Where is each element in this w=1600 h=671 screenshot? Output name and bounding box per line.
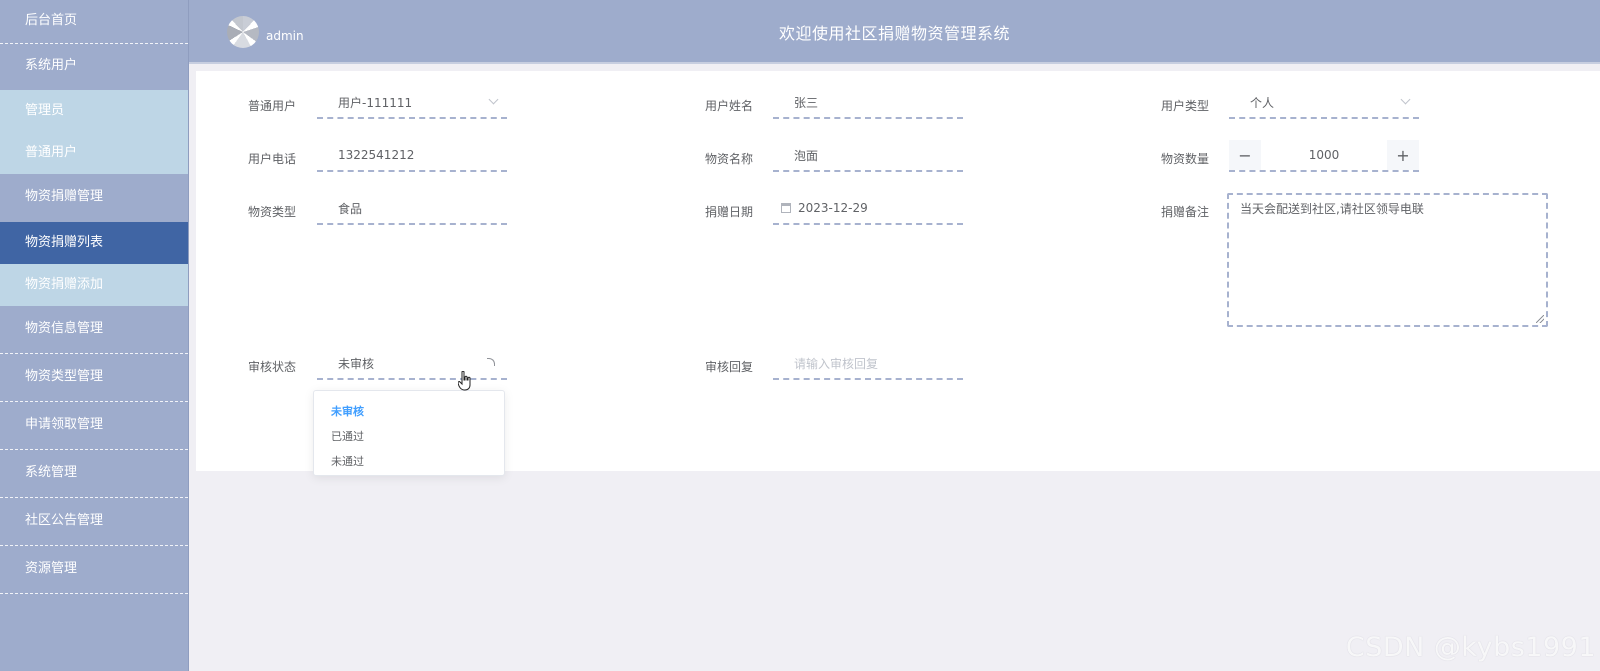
sidebar-item-notice[interactable]: 社区公告管理 xyxy=(0,498,188,546)
audit-status-dropdown: 未审核 已通过 未通过 xyxy=(313,390,505,476)
goods-qty-value[interactable]: 1000 xyxy=(1261,140,1387,170)
sidebar-item-goods-type[interactable]: 物资类型管理 xyxy=(0,354,188,402)
remark-value: 当天会配送到社区,请社区领导电联 xyxy=(1240,202,1424,216)
goods-name-value: 泡面 xyxy=(794,148,819,163)
sidebar-item-system[interactable]: 系统管理 xyxy=(0,450,188,498)
user-label: 普通用户 xyxy=(248,99,297,113)
option-pending[interactable]: 未审核 xyxy=(314,399,504,424)
option-approved[interactable]: 已通过 xyxy=(314,424,504,449)
sidebar-item-normal-users[interactable]: 普通用户 xyxy=(0,132,188,174)
remark-label: 捐赠备注 xyxy=(1161,205,1210,219)
resize-grip-icon[interactable] xyxy=(1536,315,1544,323)
phone-label: 用户电话 xyxy=(248,152,297,166)
donate-date-picker[interactable]: 2023-12-29 xyxy=(773,193,963,225)
option-rejected[interactable]: 未通过 xyxy=(314,449,504,474)
user-select-value: 用户-111111 xyxy=(338,95,413,110)
sidebar-item-donation-management[interactable]: 物资捐赠管理 xyxy=(0,174,188,222)
goods-type-label: 物资类型 xyxy=(248,205,297,219)
audit-status-select[interactable]: 未审核 xyxy=(317,348,507,380)
sidebar-item-resources[interactable]: 资源管理 xyxy=(0,546,188,594)
goods-name-label: 物资名称 xyxy=(705,152,754,166)
goods-qty-label: 物资数量 xyxy=(1161,152,1210,166)
sidebar-item-system-users[interactable]: 系统用户 xyxy=(0,44,188,90)
sidebar-item-home[interactable]: 后台首页 xyxy=(0,0,188,44)
hand-cursor-icon xyxy=(458,371,471,391)
remark-textarea[interactable]: 当天会配送到社区,请社区领导电联 xyxy=(1227,193,1548,327)
goods-qty-stepper[interactable]: − 1000 + xyxy=(1229,140,1419,172)
audit-reply-placeholder: 请输入审核回复 xyxy=(794,356,879,371)
goods-type-value: 食品 xyxy=(338,201,363,216)
donate-date-label: 捐赠日期 xyxy=(705,205,754,219)
sidebar-item-admins[interactable]: 管理员 xyxy=(0,90,188,132)
user-type-select[interactable]: 个人 xyxy=(1229,87,1419,119)
audit-status-label: 审核状态 xyxy=(248,360,297,374)
sidebar-item-goods-info[interactable]: 物资信息管理 xyxy=(0,306,188,354)
loading-icon xyxy=(487,358,495,366)
sidebar: 后台首页 系统用户 管理员 普通用户 物资捐赠管理 物资捐赠列表 物资捐赠添加 … xyxy=(0,0,189,671)
user-type-value: 个人 xyxy=(1250,95,1275,110)
chevron-down-icon xyxy=(1400,94,1411,105)
user-name-value: 张三 xyxy=(794,95,819,110)
audit-status-value: 未审核 xyxy=(338,356,375,371)
user-name-label: 用户姓名 xyxy=(705,99,754,113)
decrement-button[interactable]: − xyxy=(1229,140,1261,170)
audit-reply-input[interactable]: 请输入审核回复 xyxy=(773,348,963,380)
phone-value: 1322541212 xyxy=(338,148,415,162)
donate-date-value: 2023-12-29 xyxy=(798,201,868,215)
phone-input[interactable]: 1322541212 xyxy=(317,140,507,172)
audit-reply-label: 审核回复 xyxy=(705,360,754,374)
sidebar-item-apply-claim[interactable]: 申请领取管理 xyxy=(0,402,188,450)
goods-type-input[interactable]: 食品 xyxy=(317,193,507,225)
user-type-label: 用户类型 xyxy=(1161,99,1210,113)
chevron-down-icon xyxy=(488,94,499,105)
top-header: admin 欢迎使用社区捐赠物资管理系统 xyxy=(189,0,1600,64)
increment-button[interactable]: + xyxy=(1387,140,1419,170)
goods-name-input[interactable]: 泡面 xyxy=(773,140,963,172)
page-title: 欢迎使用社区捐赠物资管理系统 xyxy=(778,24,1010,43)
sidebar-item-donation-list[interactable]: 物资捐赠列表 xyxy=(0,222,188,264)
watermark: CSDN @kybs1991 xyxy=(1345,632,1596,663)
calendar-icon xyxy=(781,203,791,213)
user-select[interactable]: 用户-111111 xyxy=(317,87,507,119)
user-name-input[interactable]: 张三 xyxy=(773,87,963,119)
sidebar-item-donation-add[interactable]: 物资捐赠添加 xyxy=(0,264,188,306)
